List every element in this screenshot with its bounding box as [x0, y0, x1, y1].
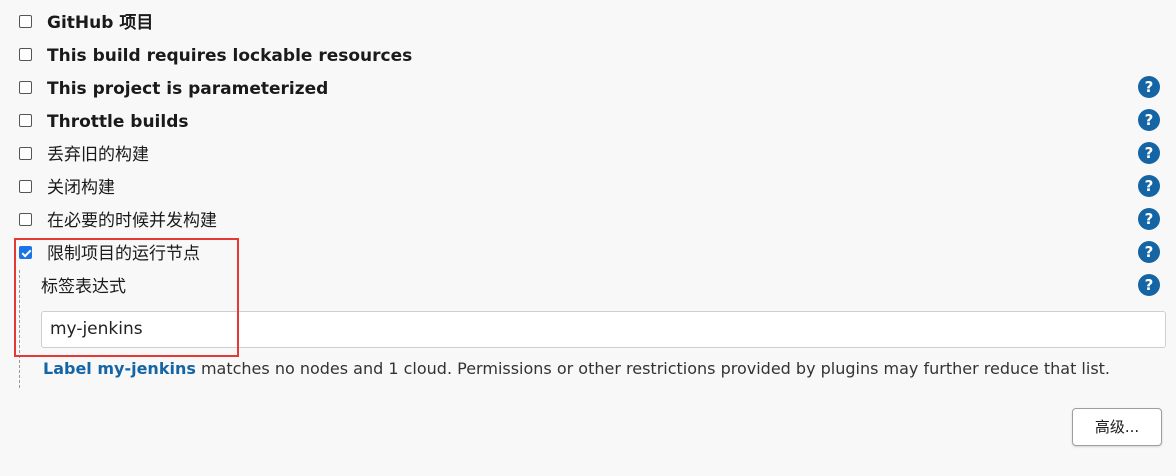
- option-label: This project is parameterized: [47, 79, 329, 99]
- help-icon[interactable]: ?: [1138, 241, 1160, 263]
- checkbox[interactable]: [19, 48, 32, 61]
- option-concurrent-build[interactable]: 在必要的时候并发构建: [0, 207, 1176, 237]
- option-label: This build requires lockable resources: [47, 46, 413, 66]
- option-label: 限制项目的运行节点: [47, 244, 200, 264]
- nested-section-guide: [19, 270, 20, 388]
- label-match-text: matches no nodes and 1 cloud. Permission…: [195, 359, 1111, 378]
- checkbox[interactable]: [19, 213, 32, 226]
- help-icon[interactable]: ?: [1138, 109, 1160, 131]
- checkbox[interactable]: [19, 147, 32, 160]
- label-expression-input[interactable]: my-jenkins: [41, 311, 1166, 348]
- option-github-project[interactable]: GitHub 项目: [0, 9, 1176, 39]
- label-link[interactable]: Label my-jenkins: [43, 359, 196, 378]
- checkbox[interactable]: [19, 114, 32, 127]
- option-label: Throttle builds: [47, 112, 189, 132]
- option-label: 丢弃旧的构建: [47, 145, 149, 165]
- option-label: 在必要的时候并发构建: [47, 211, 217, 231]
- option-parameterized[interactable]: This project is parameterized: [0, 75, 1176, 105]
- advanced-button[interactable]: 高级...: [1072, 408, 1162, 446]
- option-restrict-node[interactable]: 限制项目的运行节点: [0, 240, 1176, 270]
- option-throttle-builds[interactable]: Throttle builds: [0, 108, 1176, 138]
- option-disable-build[interactable]: 关闭构建: [0, 174, 1176, 204]
- help-icon[interactable]: ?: [1138, 274, 1160, 296]
- label-expression-label: 标签表达式: [41, 277, 126, 297]
- option-lockable-resources[interactable]: This build requires lockable resources: [0, 42, 1176, 72]
- option-label: GitHub 项目: [47, 13, 154, 33]
- checkbox[interactable]: [19, 81, 32, 94]
- label-match-message: Label my-jenkins matches no nodes and 1 …: [43, 358, 1110, 380]
- help-icon[interactable]: ?: [1138, 142, 1160, 164]
- option-label: 关闭构建: [47, 178, 115, 198]
- help-icon[interactable]: ?: [1138, 208, 1160, 230]
- checkbox[interactable]: [19, 15, 32, 28]
- help-icon[interactable]: ?: [1138, 76, 1160, 98]
- checkbox-checked[interactable]: [19, 246, 32, 259]
- option-discard-old-builds[interactable]: 丢弃旧的构建: [0, 141, 1176, 171]
- checkbox[interactable]: [19, 180, 32, 193]
- help-icon[interactable]: ?: [1138, 175, 1160, 197]
